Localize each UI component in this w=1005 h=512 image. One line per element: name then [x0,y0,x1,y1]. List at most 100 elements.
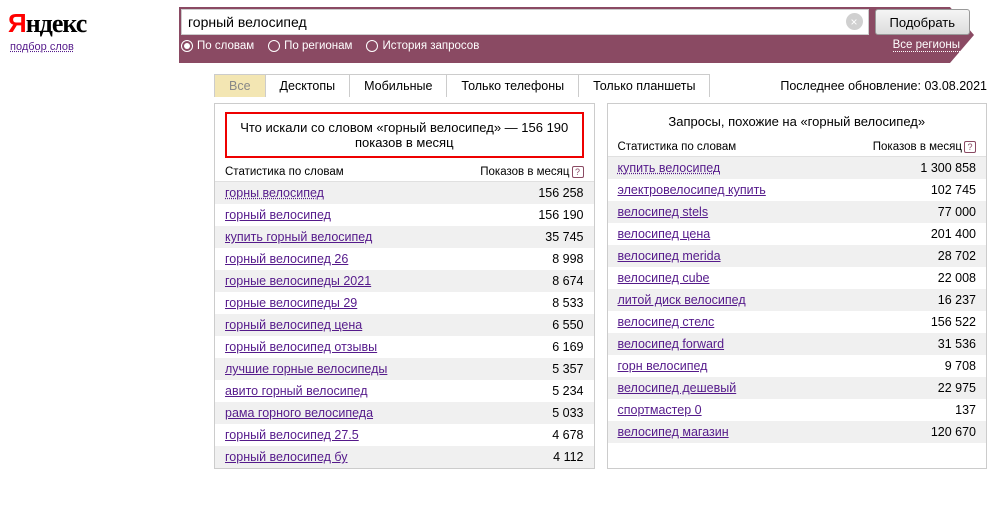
keyword-link[interactable]: горный велосипед цена [225,318,504,332]
tab-3[interactable]: Только телефоны [446,74,579,97]
table-row: горный велосипед бу4 112 [215,446,594,468]
impressions-count: 5 357 [504,362,584,376]
last-updated: Последнее обновление: 03.08.2021 [780,79,987,97]
radio-label: По регионам [284,40,352,52]
keyword-link[interactable]: велосипед cube [618,271,897,285]
table-row: горный велосипед 268 998 [215,248,594,270]
search-box: × [181,9,869,35]
impressions-count: 156 522 [896,315,976,329]
keyword-link[interactable]: горный велосипед отзывы [225,340,504,354]
table-row: горный велосипед156 190 [215,204,594,226]
table-row: литой диск велосипед16 237 [608,289,987,311]
table-row: электровелосипед купить102 745 [608,179,987,201]
clear-icon[interactable]: × [846,13,863,30]
table-row: горный велосипед цена6 550 [215,314,594,336]
yandex-logo[interactable]: Яндекс [8,8,86,39]
radio-0[interactable]: По словам [181,40,254,52]
table-row: велосипед цена201 400 [608,223,987,245]
impressions-count: 156 258 [504,186,584,200]
impressions-count: 5 234 [504,384,584,398]
col-head-term: Статистика по словам [618,141,873,153]
table-row: велосипед merida28 702 [608,245,987,267]
panel-left: Что искали со словом «горный велосипед» … [214,103,595,469]
radio-label: История запросов [382,40,479,52]
search-column: × Подобрать По словам По регионам История … [178,6,1005,58]
keyword-link[interactable]: велосипед цена [618,227,897,241]
table-row: горн велосипед9 708 [608,355,987,377]
impressions-count: 1 300 858 [896,161,976,175]
left-table-header: Статистика по словам Показов в месяц ? [215,162,594,182]
search-input[interactable] [181,9,869,35]
keyword-link[interactable]: авито горный велосипед [225,384,504,398]
right-table-header: Статистика по словам Показов в месяц ? [608,137,987,157]
help-icon[interactable]: ? [964,141,976,153]
col-head-count: Показов в месяц [480,166,569,178]
impressions-count: 16 237 [896,293,976,307]
radio-dot-icon [366,40,378,52]
keyword-link[interactable]: спортмастер 0 [618,403,897,417]
radio-1[interactable]: По регионам [268,40,352,52]
keyword-link[interactable]: рама горного велосипеда [225,406,504,420]
table-row: велосипед дешевый22 975 [608,377,987,399]
impressions-count: 201 400 [896,227,976,241]
keyword-link[interactable]: горный велосипед [225,208,504,222]
impressions-count: 137 [896,403,976,417]
keyword-link[interactable]: велосипед forward [618,337,897,351]
keyword-link[interactable]: купить велосипед [618,161,897,175]
keyword-link[interactable]: велосипед магазин [618,425,897,439]
tab-0[interactable]: Все [214,74,266,97]
keyword-link[interactable]: горный велосипед 26 [225,252,504,266]
keyword-link[interactable]: лучшие горные велосипеды [225,362,504,376]
wordstat-tagline[interactable]: подбор слов [10,41,74,53]
keyword-link[interactable]: горные велосипеды 2021 [225,274,504,288]
keyword-link[interactable]: горн велосипед [618,359,897,373]
impressions-count: 5 033 [504,406,584,420]
impressions-count: 6 169 [504,340,584,354]
table-row: спортмастер 0137 [608,399,987,421]
table-row: лучшие горные велосипеды5 357 [215,358,594,380]
keyword-link[interactable]: горный велосипед бу [225,450,504,464]
top-bar: Яндекс подбор слов × Подобрать По словам… [0,0,1005,58]
impressions-count: 28 702 [896,249,976,263]
submit-button[interactable]: Подобрать [875,9,970,35]
impressions-count: 4 112 [504,450,584,464]
keyword-link[interactable]: купить горный велосипед [225,230,504,244]
tab-1[interactable]: Десктопы [265,74,351,97]
keyword-link[interactable]: литой диск велосипед [618,293,897,307]
table-row: горные велосипеды 20218 674 [215,270,594,292]
radio-2[interactable]: История запросов [366,40,479,52]
help-icon[interactable]: ? [572,166,584,178]
table-row: горный велосипед 27.54 678 [215,424,594,446]
col-head-count: Показов в месяц [873,141,962,153]
table-row: велосипед магазин120 670 [608,421,987,443]
table-row: горные велосипеды 298 533 [215,292,594,314]
table-row: купить велосипед1 300 858 [608,157,987,179]
tab-4[interactable]: Только планшеты [578,74,710,97]
keyword-link[interactable]: горный велосипед 27.5 [225,428,504,442]
table-row: велосипед cube22 008 [608,267,987,289]
table-row: горны велосипед156 258 [215,182,594,204]
table-row: велосипед стелс156 522 [608,311,987,333]
impressions-count: 22 008 [896,271,976,285]
keyword-link[interactable]: велосипед merida [618,249,897,263]
keyword-link[interactable]: велосипед дешевый [618,381,897,395]
panel-right: Запросы, похожие на «горный велосипед» С… [607,103,988,469]
keyword-link[interactable]: горны велосипед [225,186,504,200]
radio-dot-icon [268,40,280,52]
keyword-link[interactable]: велосипед stels [618,205,897,219]
table-row: велосипед stels77 000 [608,201,987,223]
keyword-link[interactable]: велосипед стелс [618,315,897,329]
right-title: Запросы, похожие на «горный велосипед» [608,104,987,137]
impressions-count: 102 745 [896,183,976,197]
keyword-link[interactable]: горные велосипеды 29 [225,296,504,310]
impressions-count: 31 536 [896,337,976,351]
radio-dot-icon [181,40,193,52]
options-row: По словам По регионам История запросов Все… [181,35,970,58]
impressions-count: 9 708 [896,359,976,373]
impressions-count: 156 190 [504,208,584,222]
tab-2[interactable]: Мобильные [349,74,447,97]
regions-link[interactable]: Все регионы [893,39,960,52]
keyword-link[interactable]: электровелосипед купить [618,183,897,197]
table-row: велосипед forward31 536 [608,333,987,355]
left-title: Что искали со словом «горный велосипед» … [225,112,584,158]
